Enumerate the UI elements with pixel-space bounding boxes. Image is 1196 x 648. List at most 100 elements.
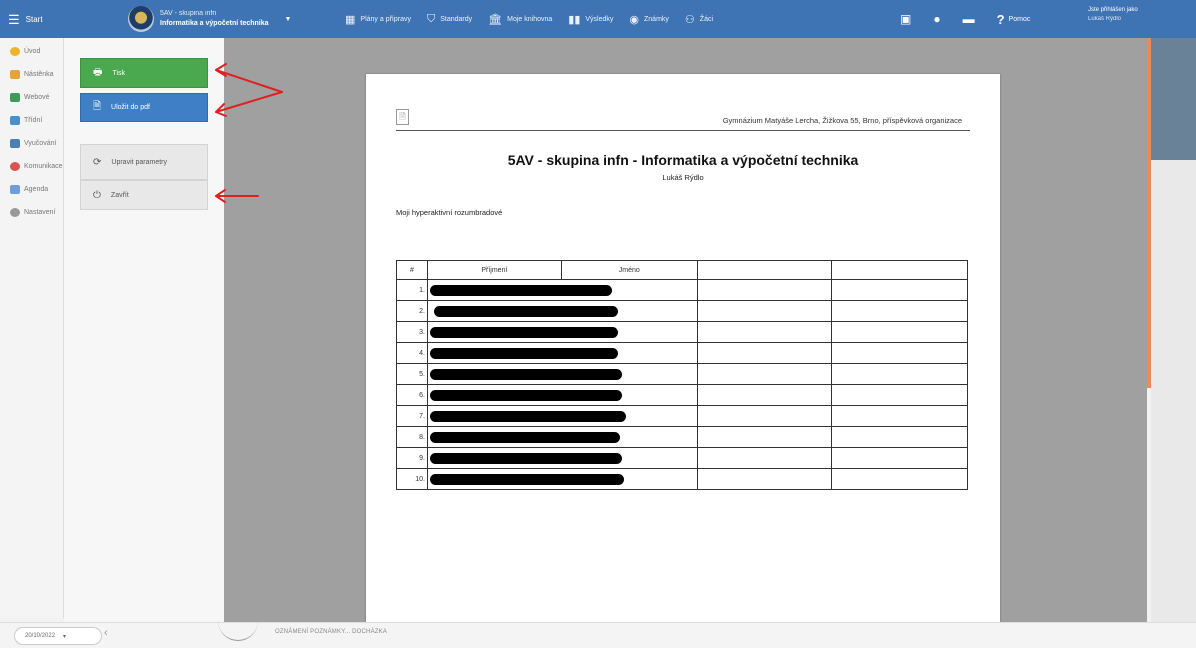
table-row: 2. xyxy=(396,300,968,322)
print-button[interactable]: 🖶 Tisk xyxy=(80,58,208,88)
redaction-bar xyxy=(429,410,626,422)
date-value: 20/10/2022 xyxy=(25,633,56,639)
calendar-check-icon[interactable]: ▣ xyxy=(900,12,911,26)
row-number: 2. xyxy=(396,300,428,322)
redacted-name-cell xyxy=(426,363,698,385)
sidebar: Úvod Nástěnka Webové Třídní Vyučování Ko… xyxy=(0,38,64,618)
row-number: 3. xyxy=(396,321,428,343)
caret-down-icon: ▼ xyxy=(284,15,292,23)
course-subject: Informatika a výpočetní technika xyxy=(160,20,269,27)
nav-library-label: Moje knihovna xyxy=(507,15,553,23)
redaction-bar xyxy=(429,452,622,464)
close-button[interactable]: ⏻ Zavřít xyxy=(80,180,208,210)
library-icon: 🏛 xyxy=(488,13,503,26)
help-label: Pomoc xyxy=(1008,15,1031,23)
people-icon xyxy=(10,162,20,171)
sidebar-item-class[interactable]: Třídní xyxy=(0,109,63,132)
help-button[interactable]: ? Pomoc xyxy=(997,12,1031,27)
sidebar-item-communication[interactable]: Komunikace xyxy=(0,155,63,178)
bottom-bar: 20/10/2022 ▾ ‹ OZNÁMENÍ POZNÁMKY... DOCH… xyxy=(0,622,1196,648)
date-select[interactable]: 20/10/2022 ▾ xyxy=(14,627,102,645)
school-header: Gymnázium Matyáše Lercha, Žižkova 55, Br… xyxy=(722,116,962,125)
school-logo-icon xyxy=(128,6,154,32)
print-preview-area: 🗎 Gymnázium Matyáše Lercha, Žižkova 55, … xyxy=(224,38,1147,622)
save-pdf-button[interactable]: 🗎 Uložit do pdf xyxy=(80,93,208,122)
nav-results[interactable]: ▮▮ Výsledky xyxy=(568,13,613,26)
table-row: 9. xyxy=(396,447,968,469)
bottom-tabs[interactable]: OZNÁMENÍ POZNÁMKY... DOCHÁZKA xyxy=(275,629,387,635)
sidebar-item-teaching[interactable]: Vyučování xyxy=(0,132,63,155)
calendar-icon: ▦ xyxy=(345,13,356,26)
main-nav: ▦ Plány a přípravy ⛉ Standardy 🏛 Moje kniho… xyxy=(345,0,713,38)
sidebar-item-label: Webové xyxy=(24,94,50,101)
students-icon: ⚇ xyxy=(684,13,695,26)
gear-icon xyxy=(10,208,20,217)
redaction-bar xyxy=(433,305,618,317)
redaction-bar xyxy=(429,473,624,485)
user-menu[interactable]: Jste přihlášen jako Lukáš Rýdlo xyxy=(1088,6,1138,24)
nav-results-label: Výsledky xyxy=(585,15,614,23)
nav-library[interactable]: 🏛 Moje knihovna xyxy=(488,13,552,26)
table-row: 4. xyxy=(396,342,968,364)
bar-chart-icon: ▮▮ xyxy=(568,13,581,26)
grades-icon: ◉ xyxy=(629,13,640,26)
redaction-bar xyxy=(429,368,622,380)
column-header xyxy=(696,260,833,280)
column-header: # xyxy=(396,260,428,280)
redacted-name-cell xyxy=(426,342,698,364)
nav-standards[interactable]: ⛉ Standardy xyxy=(427,13,472,26)
hamburger-icon: ☰ xyxy=(8,11,20,27)
sidebar-item-board[interactable]: Nástěnka xyxy=(0,63,63,86)
chevron-left-icon[interactable]: ‹ xyxy=(104,627,108,639)
nav-students[interactable]: ⚇ Žáci xyxy=(685,13,713,26)
question-icon: ? xyxy=(996,11,1005,27)
document-icon: 🗎 xyxy=(396,109,409,125)
table-row: 5. xyxy=(396,363,968,385)
row-number: 10. xyxy=(396,468,428,490)
redaction-bar xyxy=(429,326,618,338)
house-icon xyxy=(10,93,20,102)
redacted-name-cell xyxy=(426,279,698,301)
close-label: Zavřít xyxy=(110,191,129,199)
user-name: Lukáš Rýdlo xyxy=(1088,16,1122,22)
printer-icon: 🖶 xyxy=(93,66,103,78)
table-row: 8. xyxy=(396,426,968,448)
start-menu-button[interactable]: ☰ Start xyxy=(0,0,62,38)
decorative-arc xyxy=(218,621,258,641)
sidebar-item-label: Úvod xyxy=(24,48,41,55)
power-icon: ⏻ xyxy=(93,189,101,201)
table-row: 10. xyxy=(396,468,968,490)
chevron-down-icon: ▾ xyxy=(63,633,67,640)
sidebar-item-settings[interactable]: Nastavení xyxy=(0,201,63,224)
sidebar-item-label: Nastavení xyxy=(24,209,56,216)
students-table: # Příjmení Jméno 1. 2. 3. 4. 5. 6. 7. 8.… xyxy=(396,260,968,490)
edit-parameters-label: Upravit parametry xyxy=(111,158,168,166)
course-group: 5AV - skupina infn xyxy=(160,10,217,17)
messages-icon[interactable]: ▬ xyxy=(963,12,975,26)
redaction-bar xyxy=(429,431,620,443)
sidebar-item-web[interactable]: Webové xyxy=(0,86,63,109)
course-selector[interactable]: 5AV - skupina infn Informatika a výpočet… xyxy=(128,4,291,34)
table-row: 6. xyxy=(396,384,968,406)
row-number: 8. xyxy=(396,426,428,448)
column-header: Jméno xyxy=(560,260,698,280)
column-header: Příjmení xyxy=(426,260,562,280)
redacted-name-cell xyxy=(426,426,698,448)
nav-plans[interactable]: ▦ Plány a přípravy xyxy=(345,13,411,26)
nav-standards-label: Standardy xyxy=(440,15,473,23)
star-icon xyxy=(10,47,20,56)
column-header xyxy=(831,260,968,280)
sidebar-item-agenda[interactable]: Agenda xyxy=(0,178,63,201)
save-pdf-label: Uložit do pdf xyxy=(111,104,150,111)
sidebar-item-home[interactable]: Úvod xyxy=(0,40,63,63)
edit-parameters-button[interactable]: ⟳ Upravit parametry xyxy=(80,144,208,180)
redacted-name-cell xyxy=(426,447,698,469)
nav-grades-label: Známky xyxy=(644,15,669,23)
pen-icon xyxy=(10,185,20,194)
nav-grades[interactable]: ◉ Známky xyxy=(629,13,669,26)
chat-icon[interactable]: ● xyxy=(933,12,940,26)
background-panel xyxy=(1151,38,1196,160)
table-row: 7. xyxy=(396,405,968,427)
start-label: Start xyxy=(25,14,43,24)
logged-in-as: Jste přihlášen jako xyxy=(1088,7,1138,13)
